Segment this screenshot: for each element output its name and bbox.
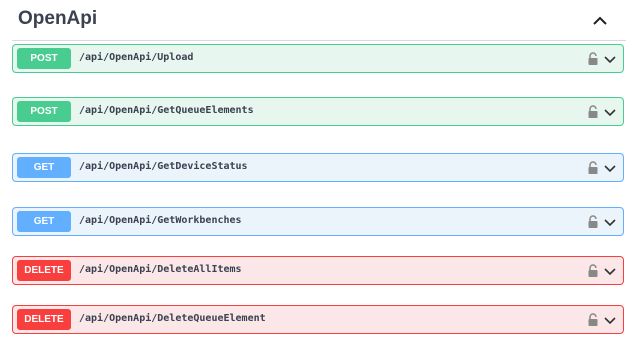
operation-get-workbenches[interactable]: GET /api/OpenApi/GetWorkbenches [12,207,624,236]
operation-get-queue-elements[interactable]: POST /api/OpenApi/GetQueueElements [12,97,624,126]
operation-path: /api/OpenApi/GetQueueElements [79,105,254,116]
method-badge: POST [17,48,71,69]
chevron-down-icon[interactable] [603,53,617,65]
operation-path: /api/OpenApi/GetWorkbenches [79,215,242,226]
chevron-down-icon[interactable] [603,216,617,228]
section-divider [12,40,626,41]
method-badge: DELETE [17,260,71,281]
chevron-down-icon[interactable] [603,265,617,277]
lock-icon[interactable] [586,215,600,229]
operation-get-device-status[interactable]: GET /api/OpenApi/GetDeviceStatus [12,153,624,182]
chevron-down-icon[interactable] [603,162,617,174]
openapi-section-header[interactable]: OpenApi [0,0,640,40]
operation-path: /api/OpenApi/Upload [79,52,194,63]
chevron-down-icon[interactable] [603,314,617,326]
chevron-up-icon[interactable] [588,11,612,31]
operation-path: /api/OpenApi/DeleteQueueElement [79,313,266,324]
lock-icon[interactable] [586,105,600,119]
method-badge: DELETE [17,309,71,330]
lock-icon[interactable] [586,161,600,175]
operation-delete-queue-element[interactable]: DELETE /api/OpenApi/DeleteQueueElement [12,305,624,334]
operation-delete-all-items[interactable]: DELETE /api/OpenApi/DeleteAllItems [12,256,624,285]
operation-upload[interactable]: POST /api/OpenApi/Upload [12,44,624,73]
operation-path: /api/OpenApi/GetDeviceStatus [79,161,248,172]
method-badge: GET [17,157,71,178]
lock-icon[interactable] [586,313,600,327]
lock-icon[interactable] [586,264,600,278]
method-badge: POST [17,101,71,122]
section-title: OpenApi [18,8,98,29]
operation-path: /api/OpenApi/DeleteAllItems [79,264,242,275]
lock-icon[interactable] [586,52,600,66]
chevron-down-icon[interactable] [603,106,617,118]
method-badge: GET [17,211,71,232]
